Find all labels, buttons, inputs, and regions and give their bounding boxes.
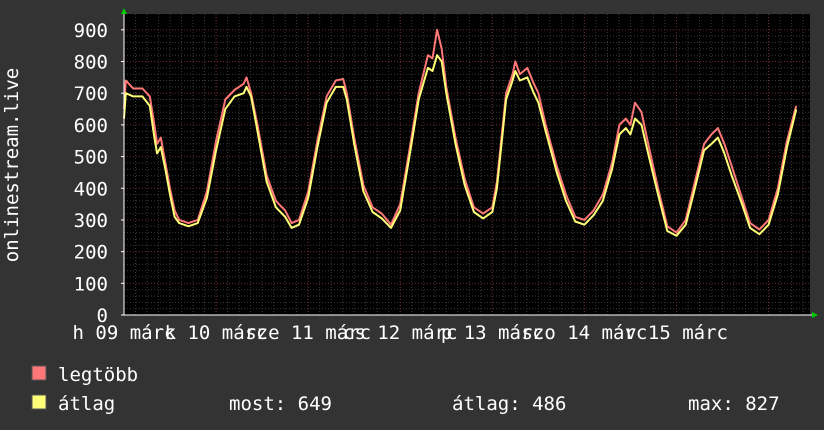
legend-swatch-max xyxy=(31,365,47,381)
y-axis-label: onlinestream.live xyxy=(1,68,23,262)
chart: 0100200300400500600700800900 h 09 márck … xyxy=(0,0,824,430)
x-tick-label: v 15 márc xyxy=(625,322,728,344)
plot-area xyxy=(124,14,810,315)
stat-max: max: 827 xyxy=(688,393,780,415)
y-tick-label: 400 xyxy=(74,178,108,200)
y-tick-label: 500 xyxy=(74,147,108,169)
y-tick-label: 200 xyxy=(74,242,108,264)
x-tick-labels: h 09 márck 10 márcsze 11 márccs 12 márcp… xyxy=(73,322,728,344)
y-tick-label: 700 xyxy=(74,83,108,105)
stat-current: most: 649 xyxy=(229,393,332,415)
legend-swatch-avg xyxy=(31,394,47,410)
legend-label-avg: átlag xyxy=(58,393,115,415)
stat-average: átlag: 486 xyxy=(452,393,566,415)
y-tick-label: 100 xyxy=(74,273,108,295)
legend-label-max: legtöbb xyxy=(58,364,138,386)
y-tick-label: 900 xyxy=(74,20,108,42)
y-tick-label: 600 xyxy=(74,115,108,137)
y-tick-label: 800 xyxy=(74,52,108,74)
y-tick-label: 300 xyxy=(74,210,108,232)
x-tick-label: h 09 márc xyxy=(73,322,176,344)
